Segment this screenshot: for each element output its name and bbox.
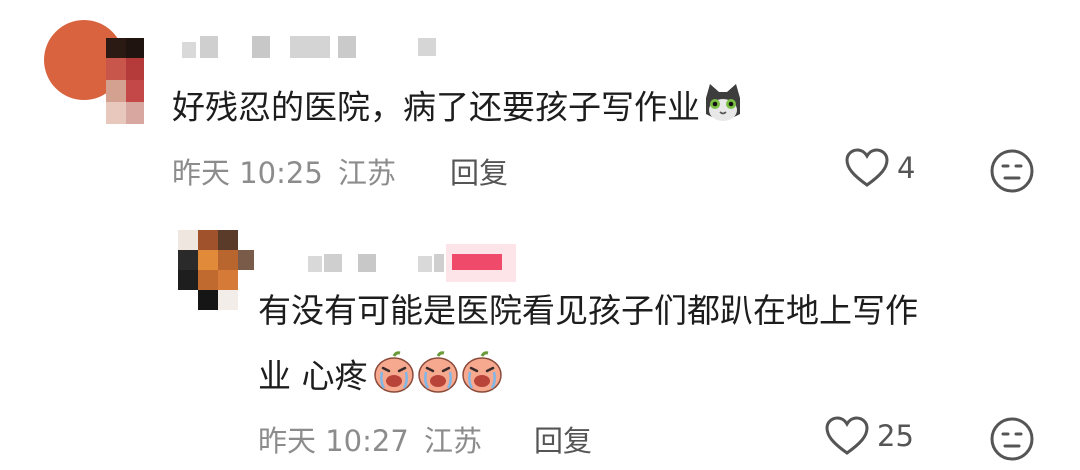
comment-text-line-1: 有没有可能是医院看见孩子们都趴在地上写作	[258, 291, 918, 330]
crying-peach-emoji	[416, 350, 460, 406]
crying-peach-emoji	[460, 350, 504, 406]
like-count: 25	[877, 419, 914, 453]
reply-comment-item: 有没有可能是医院看见孩子们都趴在地上写作 业 心疼 昨天 10:27 江苏 回复…	[0, 200, 1080, 470]
dislike-button[interactable]	[989, 148, 1035, 198]
reply-button[interactable]: 回复	[450, 150, 508, 192]
comment-text: 好残忍的医院，病了还要孩子写作业	[172, 80, 746, 138]
like-count: 4	[897, 151, 916, 185]
comment-time: 昨天 10:25	[172, 156, 323, 190]
username-blurred[interactable]	[300, 242, 530, 282]
neutral-face-icon	[990, 417, 1034, 461]
comment-item: 好残忍的医院，病了还要孩子写作业 昨天 10:25 江苏 回复 4	[0, 0, 1080, 200]
neutral-face-icon	[990, 149, 1034, 193]
comment-time: 昨天 10:27	[258, 424, 409, 458]
comment-text-line-2: 业 心疼	[258, 356, 368, 396]
dislike-button[interactable]	[989, 416, 1035, 466]
avatar[interactable]	[44, 16, 144, 126]
heart-icon	[845, 148, 889, 187]
like-button[interactable]: 25	[825, 416, 914, 456]
comment-location: 江苏	[424, 424, 483, 458]
username-blurred[interactable]	[182, 36, 442, 60]
crying-peach-emoji	[372, 350, 416, 406]
avatar[interactable]	[178, 230, 258, 310]
comment-meta: 昨天 10:27 江苏	[258, 418, 482, 460]
heart-icon	[825, 416, 869, 455]
reply-button[interactable]: 回复	[534, 418, 592, 460]
comment-text-line-2-wrap: 业 心疼	[258, 350, 504, 406]
cat-emoji	[700, 80, 746, 138]
comment-location: 江苏	[338, 156, 397, 190]
like-button[interactable]: 4	[845, 148, 915, 188]
comment-meta: 昨天 10:25 江苏	[172, 150, 396, 192]
comment-text-content: 好残忍的医院，病了还要孩子写作业	[172, 87, 700, 127]
comment-text: 有没有可能是医院看见孩子们都趴在地上写作	[258, 288, 918, 334]
